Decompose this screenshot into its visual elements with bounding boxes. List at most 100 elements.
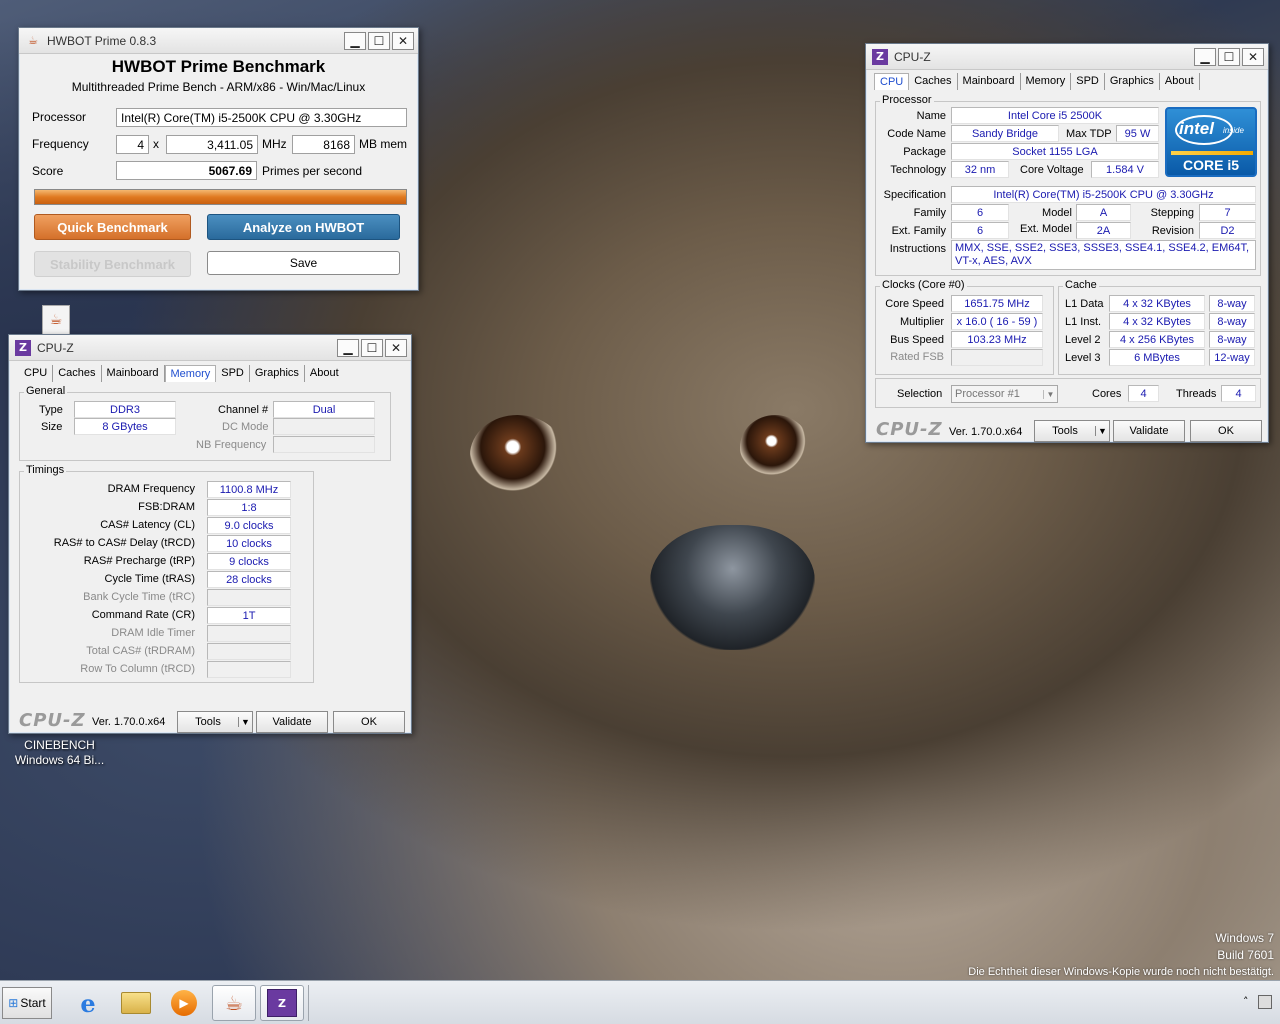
- maximize-button[interactable]: ☐: [1218, 47, 1240, 66]
- cpuz-cpu-titlebar[interactable]: Z CPU-Z ▁ ☐ ✕: [866, 44, 1268, 70]
- mem-unit: MB mem: [359, 137, 407, 151]
- tab-mainboard[interactable]: Mainboard: [958, 73, 1021, 90]
- taskbar-media-player[interactable]: ▶: [162, 985, 206, 1021]
- ratedfsb-label: Rated FSB: [890, 351, 944, 363]
- hwbot-window: ☕ HWBOT Prime 0.8.3 ▁ ☐ ✕ HWBOT Prime Be…: [18, 27, 419, 291]
- hwbot-titlebar[interactable]: ☕ HWBOT Prime 0.8.3 ▁ ☐ ✕: [19, 28, 418, 54]
- cpuz-icon: Z: [267, 989, 297, 1017]
- cache-level-label: Level 3: [1065, 352, 1101, 364]
- package-field: Socket 1155 LGA: [951, 143, 1159, 160]
- close-button[interactable]: ✕: [385, 338, 407, 357]
- maximize-button[interactable]: ☐: [368, 31, 390, 50]
- model-label: Model: [1042, 207, 1072, 219]
- timing-value: [207, 661, 291, 678]
- times-label: x: [153, 137, 159, 151]
- tab-caches[interactable]: Caches: [909, 73, 958, 90]
- general-group-title: General: [24, 385, 68, 397]
- close-button[interactable]: ✕: [392, 31, 414, 50]
- cinebench-icon-label: CINEBENCH Windows 64 Bi...: [14, 738, 105, 767]
- name-field: Intel Core i5 2500K: [951, 107, 1159, 124]
- timing-value: [207, 625, 291, 642]
- corevoltage-label: Core Voltage: [1020, 164, 1084, 176]
- type-label: Type: [39, 404, 63, 416]
- extfamily-field: 6: [951, 222, 1009, 239]
- dog-left-eye: [470, 415, 565, 495]
- show-hidden-icons-chevron-icon[interactable]: ˄: [1243, 995, 1249, 1008]
- timings-group-title: Timings: [24, 464, 67, 476]
- validate-button[interactable]: Validate: [256, 711, 328, 733]
- cpuz-cpu-tabs: CPU Caches Mainboard Memory SPD Graphics…: [874, 73, 1200, 90]
- folder-icon: [121, 992, 151, 1014]
- cache-group-title: Cache: [1063, 279, 1099, 291]
- validate-button[interactable]: Validate: [1113, 420, 1185, 442]
- save-button[interactable]: Save: [207, 251, 400, 275]
- corevoltage-field: 1.584 V: [1091, 161, 1159, 178]
- tab-cpu[interactable]: CPU: [874, 73, 910, 90]
- maxtdp-field: 95 W: [1116, 125, 1159, 142]
- tab-graphics[interactable]: Graphics: [250, 365, 305, 382]
- processor-field: Intel(R) Core(TM) i5-2500K CPU @ 3.30GHz: [116, 108, 407, 127]
- tab-spd[interactable]: SPD: [216, 365, 250, 382]
- chevron-down-icon[interactable]: ▼: [238, 717, 252, 727]
- chevron-down-icon[interactable]: ▼: [1095, 426, 1109, 436]
- quick-benchmark-button[interactable]: Quick Benchmark: [34, 214, 191, 240]
- cache-level-label: Level 2: [1065, 334, 1101, 346]
- dog-right-eye: [740, 415, 810, 480]
- tools-button[interactable]: Tools ▼: [177, 711, 253, 733]
- cache-level-label: L1 Inst.: [1065, 316, 1102, 328]
- tab-memory[interactable]: Memory: [1021, 73, 1072, 90]
- start-label: Start: [20, 996, 46, 1010]
- ok-button[interactable]: OK: [1190, 420, 1262, 442]
- tools-button[interactable]: Tools ▼: [1034, 420, 1110, 442]
- tab-graphics[interactable]: Graphics: [1105, 73, 1160, 90]
- taskbar-internet-explorer[interactable]: e: [66, 985, 110, 1021]
- cpuz-memory-tabs: CPU Caches Mainboard Memory SPD Graphics…: [19, 365, 344, 382]
- tab-about[interactable]: About: [1160, 73, 1200, 90]
- close-button[interactable]: ✕: [1242, 47, 1264, 66]
- taskbar-explorer[interactable]: [114, 985, 158, 1021]
- timing-value: [207, 589, 291, 606]
- tab-memory[interactable]: Memory: [164, 365, 217, 382]
- cpuz-icon: Z: [15, 339, 31, 356]
- threads-field: 4: [1221, 385, 1256, 402]
- processor-select[interactable]: Processor #1 ▼: [951, 385, 1058, 403]
- ok-button[interactable]: OK: [333, 711, 405, 733]
- cpuz-cpu-window: Z CPU-Z ▁ ☐ ✕ CPU Caches Mainboard Memor…: [865, 43, 1269, 443]
- analyze-on-hwbot-button[interactable]: Analyze on HWBOT: [207, 214, 400, 240]
- dc-mode-label: DC Mode: [222, 421, 269, 433]
- tab-spd[interactable]: SPD: [1071, 73, 1105, 90]
- timing-value: 1:8: [207, 499, 291, 516]
- nb-frequency-label: NB Frequency: [196, 439, 267, 451]
- intel-core-i5-logo: intel inside CORE i5: [1165, 107, 1257, 177]
- network-icon[interactable]: [1258, 995, 1272, 1009]
- cores-label: Cores: [1092, 388, 1122, 400]
- maximize-button[interactable]: ☐: [361, 338, 383, 357]
- revision-label: Revision: [1151, 225, 1194, 237]
- tab-cpu[interactable]: CPU: [19, 365, 54, 382]
- instructions-label: Instructions: [889, 243, 946, 255]
- timing-value: 9 clocks: [207, 553, 291, 570]
- multiplier-field: x 16.0 ( 16 - 59 ): [951, 313, 1043, 330]
- chevron-down-icon[interactable]: ▼: [1043, 389, 1057, 399]
- taskbar-cpuz[interactable]: Z: [260, 985, 304, 1021]
- cpuz-memory-titlebar[interactable]: Z CPU-Z ▁ ☐ ✕: [9, 335, 411, 361]
- score-unit: Primes per second: [262, 164, 363, 178]
- mem-field: 8168: [292, 135, 355, 154]
- minimize-button[interactable]: ▁: [1194, 47, 1216, 66]
- timing-label: Row To Column (tRCD): [80, 663, 195, 675]
- stability-benchmark-button[interactable]: Stability Benchmark: [34, 251, 191, 277]
- start-button[interactable]: ⊞ Start: [2, 987, 52, 1019]
- tab-about[interactable]: About: [305, 365, 344, 382]
- tab-caches[interactable]: Caches: [53, 365, 102, 382]
- cpuz-memory-window: Z CPU-Z ▁ ☐ ✕ CPU Caches Mainboard Memor…: [8, 334, 412, 734]
- cpuz-brand-logo: CPU-Z: [19, 710, 86, 731]
- taskbar: ⊞ Start e ▶ ☕ Z ˄: [0, 980, 1280, 1024]
- minimize-button[interactable]: ▁: [344, 31, 366, 50]
- desktop-icon-java[interactable]: ☕: [42, 305, 70, 335]
- mhz-field: 3,411.05: [166, 135, 258, 154]
- package-label: Package: [903, 146, 946, 158]
- minimize-button[interactable]: ▁: [337, 338, 359, 357]
- taskbar-java-app[interactable]: ☕: [212, 985, 256, 1021]
- tab-mainboard[interactable]: Mainboard: [102, 365, 165, 382]
- processor-select-value: Processor #1: [955, 388, 1020, 400]
